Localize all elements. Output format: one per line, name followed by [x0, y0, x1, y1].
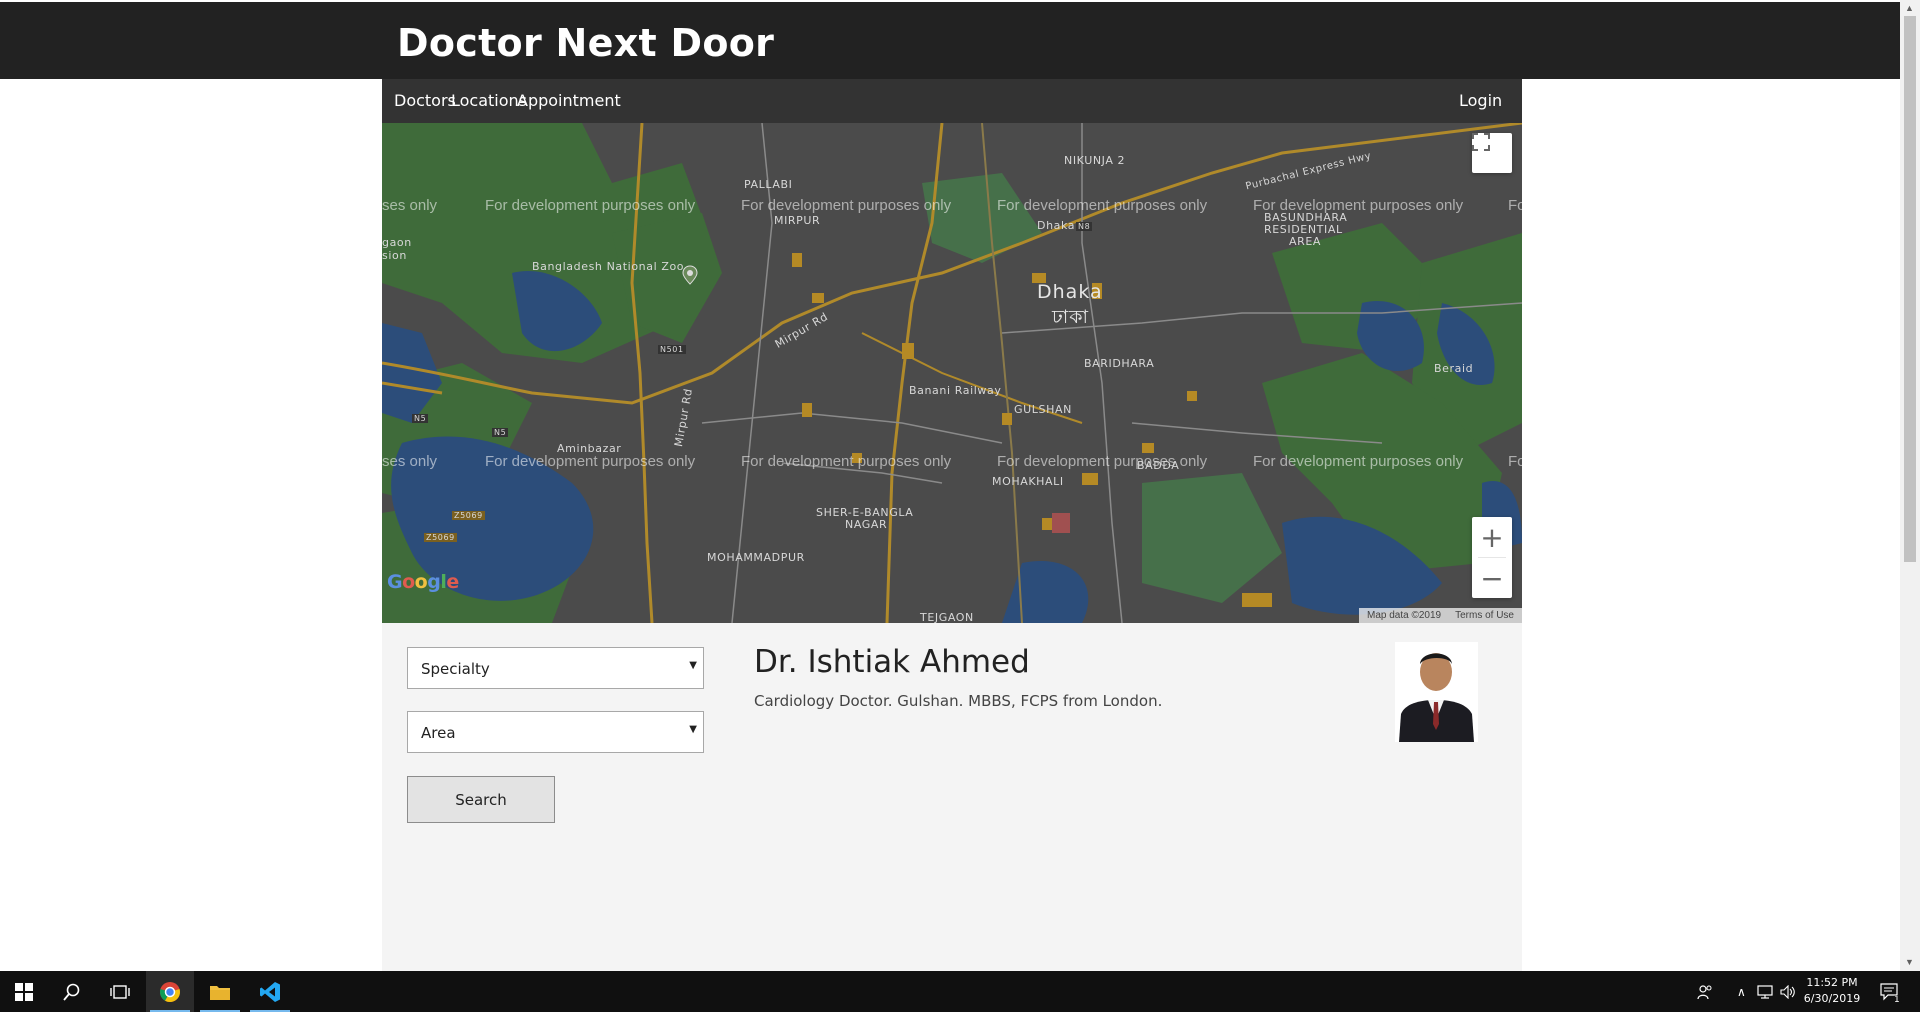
scroll-down-icon[interactable]: ▼: [1905, 957, 1914, 967]
chrome-icon: [160, 981, 180, 1002]
place-label: MIRPUR: [774, 214, 821, 227]
place-label: Banani Railway: [909, 384, 1002, 397]
dev-watermark: ses only: [382, 197, 438, 214]
notifications-button[interactable]: 1: [1880, 971, 1902, 1012]
road-label: N5: [492, 428, 509, 437]
place-label: Dhaka: [1037, 219, 1076, 232]
road-label: Z5069: [452, 511, 485, 520]
dev-watermark: For development purposes only: [485, 453, 696, 470]
people-icon[interactable]: [1697, 971, 1713, 1012]
place-label: sion: [382, 249, 407, 262]
place-label: PALLABI: [744, 178, 793, 191]
zoom-controls: + −: [1472, 517, 1512, 598]
place-label: BARIDHARA: [1084, 357, 1155, 370]
dev-watermark: ses only: [382, 453, 438, 470]
road-label: N501: [658, 345, 686, 354]
terms-link[interactable]: Terms of Use: [1455, 610, 1514, 621]
place-label: TEJGAON: [920, 611, 974, 623]
fullscreen-icon: [1472, 133, 1490, 151]
nav-locations[interactable]: Locations: [451, 91, 527, 110]
site-header: Doctor Next Door: [0, 2, 1900, 79]
taskbar: ∧ 11:52 PM 6/30/2019 1: [0, 971, 1920, 1012]
place-label: MOHAKHALI: [992, 475, 1064, 488]
doctor-avatar: [1395, 642, 1478, 742]
map-view[interactable]: ses only For development purposes only F…: [382, 123, 1522, 623]
system-clock[interactable]: 11:52 PM 6/30/2019: [1800, 975, 1864, 1007]
fullscreen-button[interactable]: [1472, 133, 1512, 173]
map-data-label: Map data ©2019: [1367, 610, 1442, 621]
dev-watermark: For development purposes only: [741, 197, 952, 214]
map-attribution: Map data ©2019 Terms of Use: [1359, 608, 1522, 623]
explorer-taskbar-button[interactable]: [196, 971, 244, 1012]
road-label: N5: [412, 414, 429, 423]
task-view-button[interactable]: [96, 971, 144, 1012]
place-label: gaon: [382, 236, 412, 249]
place-label: Beraid: [1434, 362, 1474, 375]
doctor-name[interactable]: Dr. Ishtiak Ahmed: [754, 644, 1030, 680]
specialty-select-value: Specialty: [421, 660, 490, 678]
search-icon: [63, 983, 80, 1001]
dropdown-arrow-icon: ▼: [689, 660, 697, 671]
map-pin-icon[interactable]: [682, 265, 698, 285]
road-label: Z5069: [424, 533, 457, 542]
folder-icon: [210, 985, 230, 1000]
windows-icon: [15, 982, 33, 1001]
page-scrollbar[interactable]: ▲ ▼: [1900, 0, 1920, 971]
place-label: Aminbazar: [557, 442, 622, 455]
place-label: AREA: [1289, 235, 1322, 248]
specialty-select[interactable]: Specialty ▼: [407, 647, 704, 689]
vscode-icon: [260, 981, 280, 1002]
place-label: GULSHAN: [1014, 403, 1072, 416]
zoom-out-button[interactable]: −: [1472, 558, 1512, 598]
task-view-icon: [110, 984, 130, 999]
place-label: NAGAR: [845, 518, 888, 531]
dev-watermark: For development purposes only: [485, 197, 696, 214]
dropdown-arrow-icon: ▼: [689, 724, 697, 735]
area-select[interactable]: Area ▼: [407, 711, 704, 753]
nav-appointment[interactable]: Appointment: [517, 91, 621, 110]
dev-watermark: For development purposes only: [1253, 453, 1464, 470]
nav-doctors[interactable]: Doctors: [394, 91, 456, 110]
clock-date: 6/30/2019: [1803, 992, 1861, 1005]
doctor-description: Cardiology Doctor. Gulshan. MBBS, FCPS f…: [754, 692, 1163, 710]
dev-watermark: Fo: [1508, 453, 1522, 470]
dev-watermark: Fo: [1508, 197, 1522, 214]
place-label: MOHAMMADPUR: [707, 551, 805, 564]
network-icon[interactable]: [1757, 971, 1775, 1012]
volume-glyph: [1780, 984, 1795, 999]
search-button[interactable]: Search: [407, 776, 555, 823]
scroll-thumb[interactable]: [1904, 16, 1916, 562]
chrome-taskbar-button[interactable]: [146, 971, 194, 1012]
clock-time: 11:52 PM: [1806, 976, 1858, 989]
place-label: Dhaka: [1037, 281, 1103, 303]
nav-login[interactable]: Login: [1459, 91, 1502, 110]
start-button[interactable]: [0, 971, 48, 1012]
place-label: Bangladesh National Zoo: [532, 260, 685, 273]
site-title[interactable]: Doctor Next Door: [397, 21, 774, 65]
search-taskbar-button[interactable]: [48, 971, 96, 1012]
main-nav: Doctors Locations Appointment Login: [382, 79, 1522, 123]
tray-expand-icon[interactable]: ∧: [1737, 971, 1746, 1012]
area-select-value: Area: [421, 724, 456, 742]
volume-icon[interactable]: [1780, 971, 1796, 1012]
notification-count: 1: [1892, 995, 1902, 1005]
vscode-taskbar-button[interactable]: [246, 971, 294, 1012]
google-logo[interactable]: Google: [387, 571, 459, 593]
page-container: Doctors Locations Appointment Login ses …: [382, 79, 1522, 971]
scroll-up-icon[interactable]: ▲: [1905, 3, 1914, 13]
network-glyph: [1757, 984, 1773, 999]
road-label: N8: [1076, 222, 1093, 231]
zoom-in-button[interactable]: +: [1472, 517, 1512, 557]
dev-watermark: For development purposes only: [997, 197, 1208, 214]
people-glyph: [1697, 984, 1712, 999]
place-label: NIKUNJA 2: [1064, 154, 1126, 167]
place-label: ঢাকা: [1052, 306, 1090, 328]
place-label: BADDA: [1137, 459, 1180, 472]
doctor-photo: [1395, 642, 1478, 742]
dev-watermark: For development purposes only: [741, 453, 952, 470]
